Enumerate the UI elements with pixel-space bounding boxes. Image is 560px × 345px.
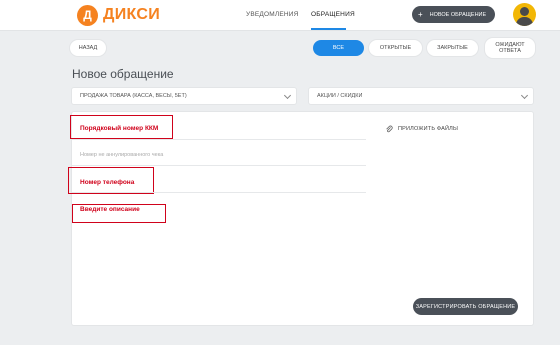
nav-notifications[interactable]: УВЕДОМЛЕНИЯ: [246, 11, 299, 18]
category-select-value: ПРОДАЖА ТОВАРА (КАССА, ВЕСЫ, 5ЕТ): [80, 93, 187, 99]
receipt-number-input[interactable]: Номер не аннулированного чека: [80, 152, 163, 158]
page-title: Новое обращение: [72, 67, 174, 81]
nav-requests[interactable]: ОБРАЩЕНИЯ: [311, 11, 355, 18]
filter-awaiting[interactable]: ОЖИДАЮТ ОТВЕТА: [485, 38, 535, 58]
chevron-down-icon: [283, 91, 292, 100]
user-avatar-icon[interactable]: [513, 3, 536, 26]
logo-badge-icon: Д: [77, 4, 98, 26]
new-request-label: НОВОЕ ОБРАЩЕНИЕ: [429, 11, 487, 18]
receipt-underline: [72, 165, 366, 166]
back-button[interactable]: НАЗАД: [70, 40, 106, 56]
filter-closed[interactable]: ЗАКРЫТЫЕ: [427, 40, 478, 56]
register-request-button[interactable]: ЗАРЕГИСТРИРОВАТЬ ОБРАЩЕНИЕ: [413, 298, 518, 315]
phone-field[interactable]: Номер телефона: [80, 179, 134, 186]
kkm-underline: [72, 139, 366, 140]
attach-files-button[interactable]: ПРИЛОЖИТЬ ФАЙЛЫ: [385, 125, 458, 133]
attach-files-label: ПРИЛОЖИТЬ ФАЙЛЫ: [398, 126, 459, 132]
subcategory-select[interactable]: АКЦИИ / СКИДКИ: [309, 88, 533, 104]
new-request-button[interactable]: + НОВОЕ ОБРАЩЕНИЕ: [412, 6, 495, 23]
plus-icon: +: [418, 10, 423, 19]
filter-all[interactable]: ВСЕ: [313, 40, 364, 56]
phone-underline: [72, 192, 366, 193]
kkm-field[interactable]: Порядковый номер ККМ: [80, 125, 158, 132]
top-header: Д ДИКСИ УВЕДОМЛЕНИЯ ОБРАЩЕНИЯ + НОВОЕ ОБ…: [0, 0, 560, 31]
nav-active-indicator: [311, 28, 346, 30]
filter-open[interactable]: ОТКРЫТЫЕ: [369, 40, 422, 56]
subcategory-select-value: АКЦИИ / СКИДКИ: [317, 93, 363, 99]
dixy-logo[interactable]: Д ДИКСИ: [77, 4, 160, 26]
logo-text: ДИКСИ: [103, 6, 161, 23]
description-textarea[interactable]: Введите описание: [80, 206, 140, 213]
chevron-down-icon: [520, 91, 529, 100]
paperclip-icon: [386, 125, 393, 133]
category-select[interactable]: ПРОДАЖА ТОВАРА (КАССА, ВЕСЫ, 5ЕТ): [72, 88, 296, 104]
